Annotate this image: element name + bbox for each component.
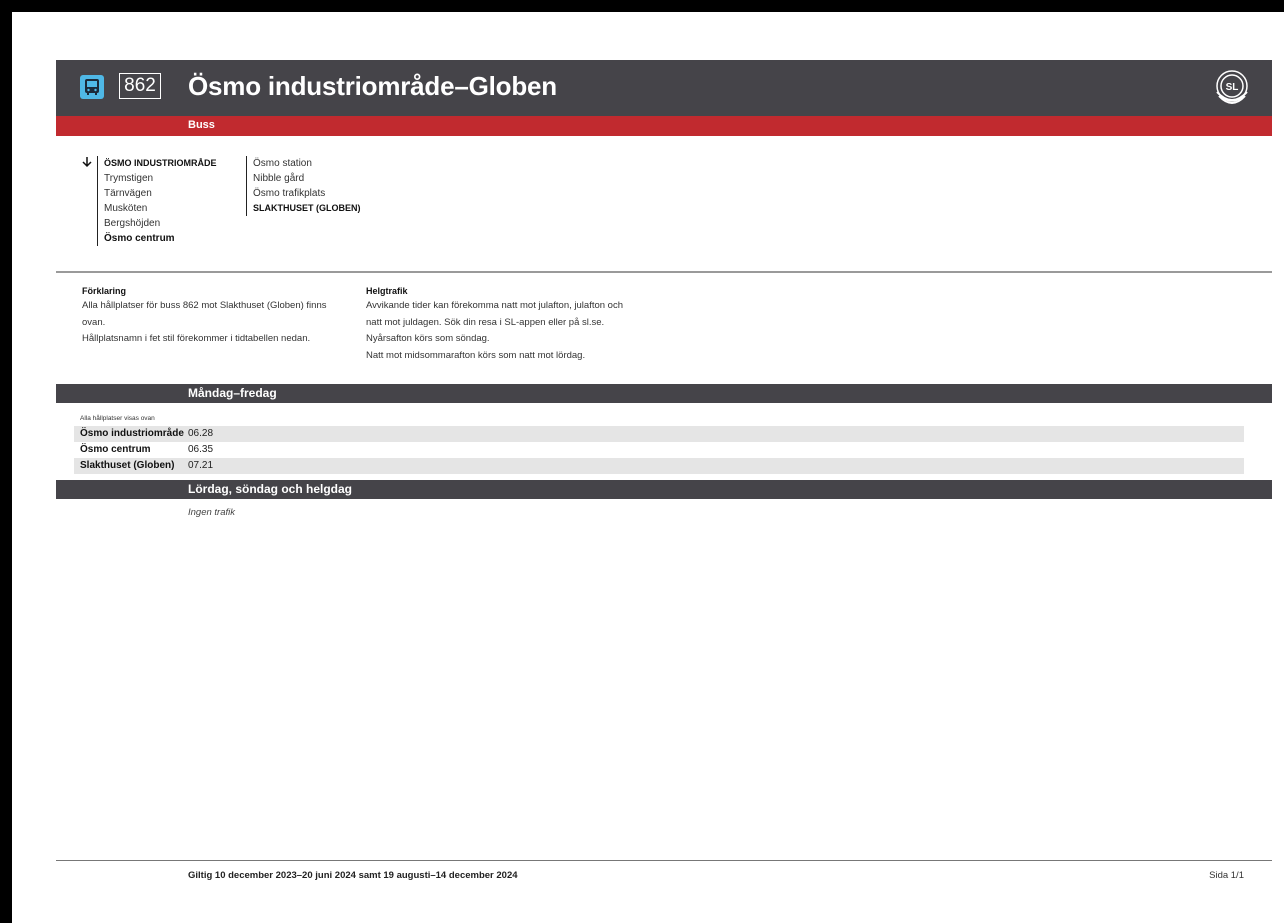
stop-list-column-1: ÖSMO INDUSTRIOMRÅDE Trymstigen Tärnvägen… — [97, 156, 217, 246]
explanation-title: Förklaring — [82, 286, 127, 296]
holiday-line: Avvikande tider kan förekomma natt mot j… — [366, 300, 623, 311]
weekend-note: Ingen trafik — [188, 507, 235, 518]
explanation-line: Alla hållplatser för buss 862 mot Slakth… — [82, 300, 327, 311]
row-stop: Ösmo centrum — [80, 444, 151, 455]
stop-item: Ösmo centrum — [104, 233, 175, 244]
stop-item: Bergshöjden — [104, 218, 161, 229]
validity-text: Giltig 10 december 2023–20 juni 2024 sam… — [188, 870, 518, 881]
bus-icon — [80, 75, 104, 99]
stop-item: Ösmo trafikplats — [253, 188, 326, 199]
route-header: 862 Ösmo industriområde–Globen SL — [56, 60, 1272, 116]
row-time: 06.35 — [188, 444, 214, 455]
explanation-line: Hållplatsnamn i fet stil förekommer i ti… — [82, 333, 311, 344]
weekend-heading-bar: Lördag, söndag och helgdag — [56, 480, 1272, 499]
explanation-text: Alla hållplatser för buss 862 mot Slakth… — [82, 298, 327, 348]
stop-list-column-2: Ösmo station Nibble gård Ösmo trafikplat… — [246, 156, 361, 216]
weekday-note: Alla hållplatser visas ovan — [80, 415, 155, 422]
row-stop: Ösmo industriområde — [80, 428, 184, 439]
holiday-line: natt mot juldagen. Sök din resa i SL-app… — [366, 316, 605, 328]
holiday-text: Avvikande tider kan förekomma natt mot j… — [366, 298, 623, 364]
stop-item: SLAKTHUSET (GLOBEN) — [253, 203, 361, 213]
explanation-line: ovan. — [82, 316, 106, 328]
timetable-page: 862 Ösmo industriområde–Globen SL Buss Ö… — [12, 12, 1284, 923]
route-title: Ösmo industriområde–Globen — [188, 71, 557, 101]
table-row: Ösmo centrum 06.35 — [74, 442, 1244, 458]
section-divider — [56, 271, 1272, 273]
mode-label: Buss — [188, 119, 215, 131]
row-time: 06.28 — [188, 428, 214, 439]
row-stop: Slakthuset (Globen) — [80, 460, 175, 471]
direction-arrow-icon — [82, 155, 92, 173]
stop-item: Nibble gård — [253, 173, 305, 184]
row-time: 07.21 — [188, 460, 214, 471]
stop-item: Tärnvägen — [104, 188, 152, 199]
stop-item: Musköten — [104, 203, 148, 214]
table-row: Ösmo industriområde 06.28 — [74, 426, 1244, 442]
table-row: Slakthuset (Globen) 07.21 — [74, 458, 1244, 474]
weekday-heading: Måndag–fredag — [188, 386, 277, 400]
page-number: Sida 1/1 — [1209, 870, 1244, 881]
holiday-title: Helgtrafik — [366, 286, 408, 296]
mode-bar: Buss — [56, 116, 1272, 136]
stop-item: ÖSMO INDUSTRIOMRÅDE — [104, 158, 217, 168]
route-number: 862 — [119, 73, 161, 99]
stop-item: Ösmo station — [253, 158, 312, 169]
footer-divider — [56, 860, 1272, 861]
weekend-heading: Lördag, söndag och helgdag — [188, 482, 353, 496]
stop-item: Trymstigen — [104, 173, 154, 184]
svg-text:SL: SL — [1226, 82, 1239, 93]
weekday-heading-bar: Måndag–fredag — [56, 384, 1272, 403]
sl-logo-icon: SL — [1212, 68, 1252, 113]
holiday-line: Nyårsafton körs som söndag. — [366, 333, 490, 344]
holiday-line: Natt mot midsommarafton körs som natt mo… — [366, 349, 586, 361]
